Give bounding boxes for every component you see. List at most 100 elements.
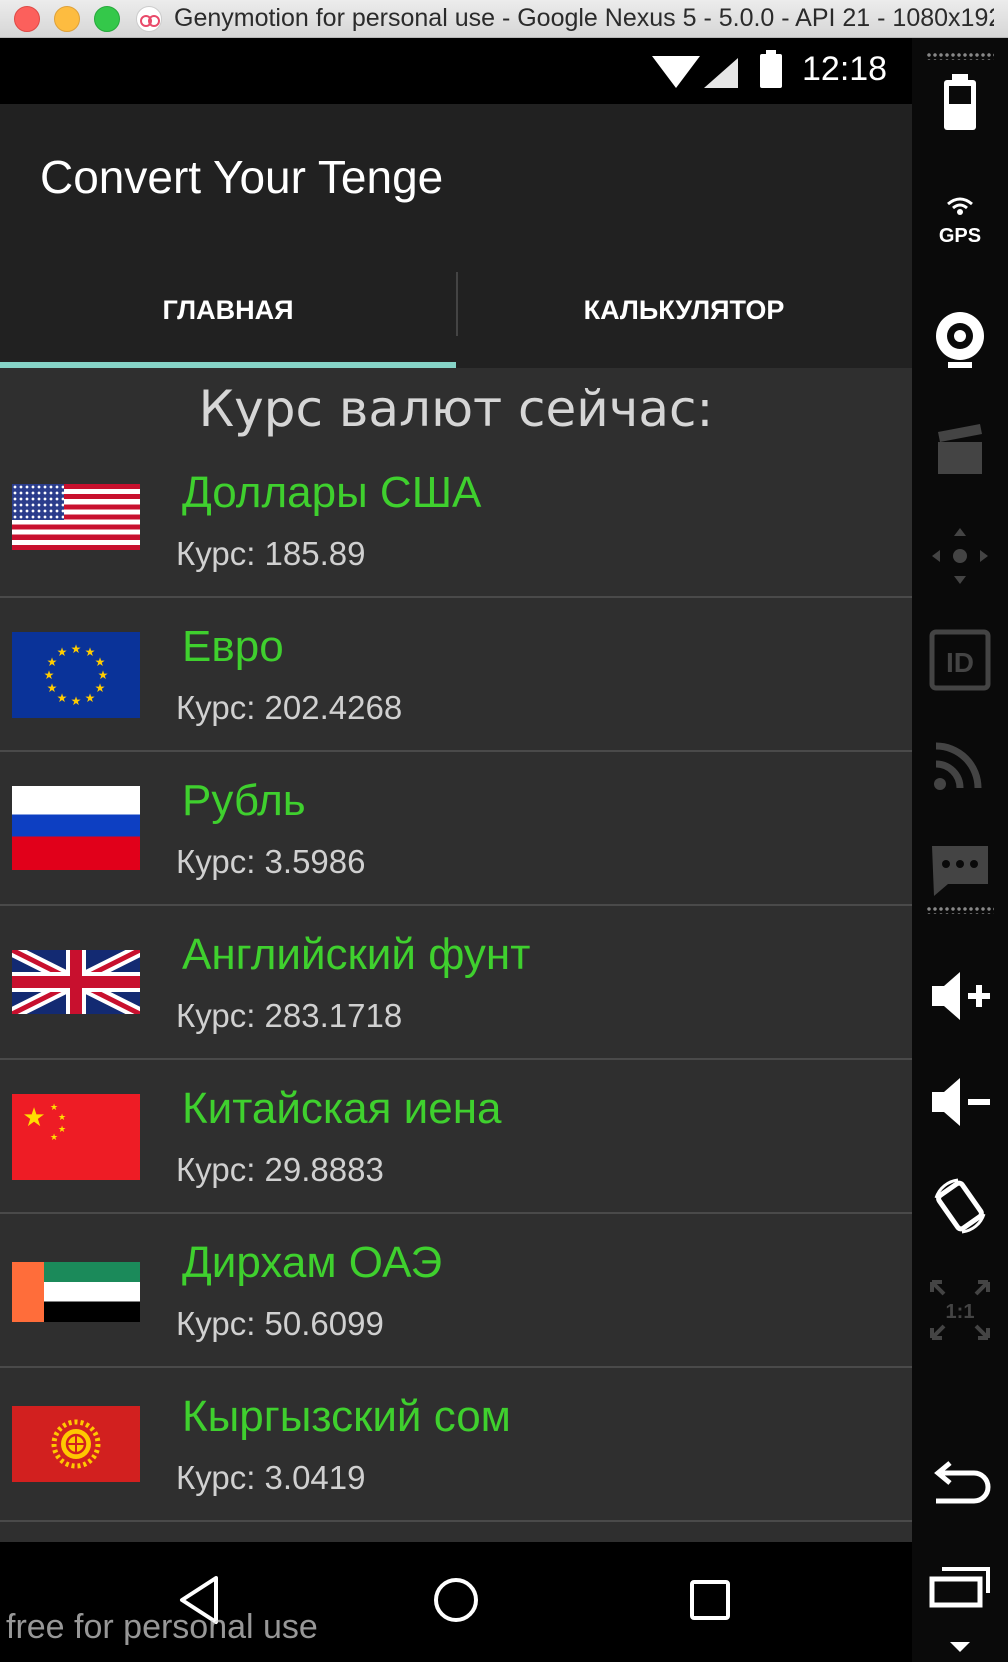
gps-label-text: GPS — [938, 224, 982, 247]
network-widget-button[interactable] — [920, 732, 1000, 796]
currency-row-kgs[interactable]: Кыргызский сом Курс: 3.0419 — [0, 1368, 912, 1522]
menu-icon — [950, 1642, 970, 1652]
tab-bar: ГЛАВНАЯ КАЛЬКУЛЯТОР — [0, 252, 912, 368]
eu-flag-icon: ★ ★ ★ ★ ★ ★ ★ ★ ★ ★ ★ ★ — [12, 632, 140, 718]
svg-text:1:1: 1:1 — [946, 1301, 975, 1323]
currency-rate: Курс: 50.6099 — [176, 1305, 384, 1342]
svg-text:★: ★ — [44, 668, 55, 682]
kg-flag-icon — [12, 1406, 140, 1482]
tab-calculator-label: КАЛЬКУЛЯТОР — [583, 294, 785, 325]
currency-name: Доллары США — [182, 468, 482, 517]
currency-rate: Курс: 283.1718 — [176, 997, 403, 1034]
battery-widget-button[interactable] — [920, 70, 1000, 134]
watermark-text: free for personal use — [6, 1608, 318, 1646]
currency-name: Кыргызский сом — [182, 1392, 511, 1441]
window-minimize-button[interactable] — [54, 6, 80, 32]
dpad-widget-button[interactable] — [920, 524, 1000, 588]
tab-calculator[interactable]: КАЛЬКУЛЯТОР — [456, 252, 912, 368]
currency-name: Английский фунт — [182, 930, 531, 979]
volume-up-icon — [932, 972, 990, 1020]
app-title: Convert Your Tenge — [40, 151, 444, 203]
volume-down-button[interactable] — [920, 1070, 1000, 1134]
svg-text:★: ★ — [50, 1133, 58, 1143]
volume-up-button[interactable] — [920, 964, 1000, 1028]
pixel-perfect-button[interactable]: 1:1 — [920, 1278, 1000, 1342]
currency-row-eur[interactable]: ★ ★ ★ ★ ★ ★ ★ ★ ★ ★ ★ ★ Евро Курс: 202.4268 — [0, 598, 912, 752]
svg-text:★: ★ — [47, 681, 58, 695]
nav-recents-button[interactable] — [680, 1570, 740, 1630]
currency-name: Евро — [182, 622, 284, 671]
currency-row-cny[interactable]: ★ ★ ★ ★ ★ Китайская иена Курс: 29.8883 — [0, 1060, 912, 1214]
recents-icon — [690, 1580, 730, 1620]
currency-row-usd[interactable]: Доллары США Курс: 185.89 — [0, 452, 912, 598]
tab-main-label: ГЛАВНАЯ — [162, 294, 294, 325]
app-screen: Convert Your Tenge ГЛАВНАЯ КАЛЬКУЛЯТОР К… — [0, 104, 912, 1542]
gps-label: GPS — [920, 216, 1000, 256]
currency-rate: Курс: 3.0419 — [176, 1459, 366, 1496]
tab-main[interactable]: ГЛАВНАЯ — [0, 252, 456, 368]
window-titlebar: Genymotion for personal use - Google Nex… — [0, 0, 1008, 38]
genymotion-sidebar: GPS ID 1:1 — [912, 38, 1008, 1662]
ru-flag-icon — [12, 786, 140, 870]
sidebar-grip — [926, 52, 994, 60]
svg-text:★: ★ — [58, 1113, 66, 1123]
nav-home-button[interactable] — [426, 1570, 486, 1630]
svg-text:★: ★ — [50, 1103, 58, 1113]
tab-selected-indicator — [0, 362, 456, 368]
recent-apps-icon — [929, 1567, 990, 1608]
svg-text:★: ★ — [95, 681, 106, 695]
rotate-icon — [934, 1178, 986, 1234]
svg-text:★: ★ — [57, 645, 68, 659]
gb-flag-icon — [12, 950, 140, 1014]
svg-text:★: ★ — [71, 694, 82, 708]
currency-row-rub[interactable]: Рубль Курс: 3.5986 — [0, 752, 912, 906]
dpad-icon — [932, 528, 988, 584]
menu-button[interactable] — [920, 1632, 1000, 1662]
capture-widget-button[interactable] — [920, 416, 1000, 480]
battery-icon — [760, 50, 782, 88]
webcam-icon — [936, 312, 984, 368]
capture-icon — [938, 424, 982, 474]
svg-text:★: ★ — [95, 655, 106, 669]
currency-rate: Курс: 29.8883 — [176, 1151, 384, 1188]
status-clock: 12:18 — [802, 50, 888, 88]
home-icon — [434, 1578, 478, 1622]
svg-text:★: ★ — [98, 668, 109, 682]
wifi-icon — [652, 56, 700, 88]
status-bar: 12:18 — [0, 38, 912, 104]
network-icon — [934, 742, 982, 790]
webcam-widget-button[interactable] — [920, 308, 1000, 372]
volume-down-icon — [932, 1078, 990, 1126]
svg-text:★: ★ — [22, 1103, 45, 1133]
sms-icon — [932, 846, 988, 896]
recent-apps-button[interactable] — [920, 1556, 1000, 1620]
cn-flag-icon: ★ ★ ★ ★ ★ — [12, 1094, 140, 1180]
cell-signal-icon — [704, 58, 738, 88]
svg-text:★: ★ — [71, 642, 82, 656]
rates-heading: Курс валют сейчас: — [198, 380, 714, 438]
svg-text:★: ★ — [57, 691, 68, 705]
window-zoom-button[interactable] — [94, 6, 120, 32]
window-close-button[interactable] — [14, 6, 40, 32]
back-icon — [934, 1461, 991, 1504]
currency-rate: Курс: 202.4268 — [176, 689, 403, 726]
us-flag-icon — [12, 484, 140, 550]
ae-flag-icon — [12, 1262, 140, 1322]
device-id-widget-button[interactable]: ID — [920, 628, 1000, 692]
genymotion-logo-icon — [136, 6, 162, 32]
currency-row-gbp[interactable]: Английский фунт Курс: 283.1718 — [0, 906, 912, 1060]
currency-name: Дирхам ОАЭ — [182, 1238, 443, 1287]
rotate-button[interactable] — [920, 1174, 1000, 1238]
currency-name: Китайская иена — [182, 1084, 502, 1133]
currency-name: Рубль — [182, 776, 306, 825]
sms-widget-button[interactable] — [920, 838, 1000, 902]
svg-text:★: ★ — [85, 691, 96, 705]
currency-list: Доллары США Курс: 185.89 ★ ★ ★ ★ ★ ★ ★ ★ ★ ★ ★ ★… — [0, 452, 912, 1522]
currency-row-aed[interactable]: Дирхам ОАЭ Курс: 50.6099 — [0, 1214, 912, 1368]
back-button[interactable] — [920, 1454, 1000, 1518]
window-title: Genymotion for personal use - Google Nex… — [174, 4, 994, 32]
pixel-perfect-icon: 1:1 — [930, 1280, 990, 1340]
device-id-icon: ID — [929, 629, 991, 691]
currency-rate: Курс: 3.5986 — [176, 843, 366, 880]
battery-icon — [944, 74, 976, 130]
